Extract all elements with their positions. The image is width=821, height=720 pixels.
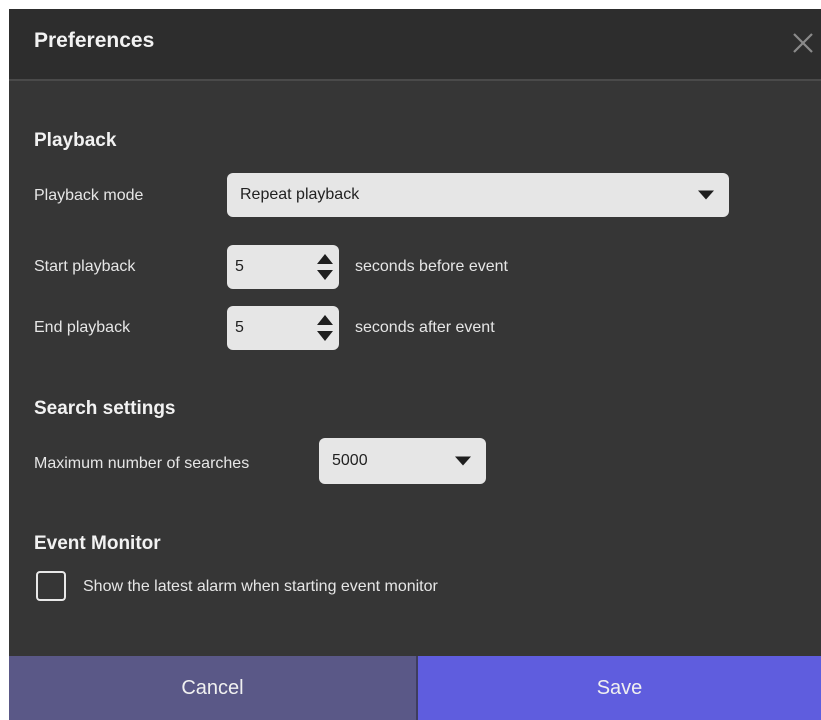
- preferences-dialog: Preferences Playback Playback mode Repea…: [9, 9, 821, 720]
- start-playback-label: Start playback: [34, 258, 136, 275]
- playback-heading: Playback: [34, 130, 117, 151]
- max-searches-label: Maximum number of searches: [34, 455, 250, 472]
- playback-mode-value: Repeat playback: [240, 186, 360, 203]
- dialog-header: Preferences: [9, 9, 821, 81]
- end-playback-suffix: seconds after event: [355, 319, 495, 336]
- start-playback-stepper[interactable]: 5: [227, 245, 339, 289]
- save-button-label: Save: [596, 676, 643, 699]
- search-settings-heading: Search settings: [34, 398, 176, 419]
- max-searches-value: 5000: [332, 452, 368, 469]
- cancel-button-label: Cancel: [181, 676, 244, 699]
- show-latest-alarm-checkbox[interactable]: [36, 571, 66, 601]
- playback-mode-label: Playback mode: [34, 187, 144, 204]
- show-latest-alarm-label[interactable]: Show the latest alarm when starting even…: [83, 578, 438, 596]
- chevron-down-icon: [455, 456, 471, 466]
- max-searches-dropdown[interactable]: 5000: [319, 438, 486, 484]
- start-playback-suffix: seconds before event: [355, 258, 508, 275]
- spin-arrows-icon[interactable]: [316, 312, 334, 344]
- save-button[interactable]: Save: [418, 656, 821, 720]
- end-playback-label: End playback: [34, 319, 131, 336]
- event-monitor-heading: Event Monitor: [34, 533, 161, 554]
- dialog-title: Preferences: [34, 29, 155, 52]
- close-icon[interactable]: [789, 29, 817, 57]
- playback-mode-dropdown[interactable]: Repeat playback: [227, 173, 729, 217]
- end-playback-stepper[interactable]: 5: [227, 306, 339, 350]
- cancel-button[interactable]: Cancel: [9, 656, 416, 720]
- end-playback-value: 5: [235, 319, 244, 336]
- start-playback-value: 5: [235, 258, 244, 275]
- chevron-down-icon: [698, 190, 714, 200]
- spin-arrows-icon[interactable]: [316, 251, 334, 283]
